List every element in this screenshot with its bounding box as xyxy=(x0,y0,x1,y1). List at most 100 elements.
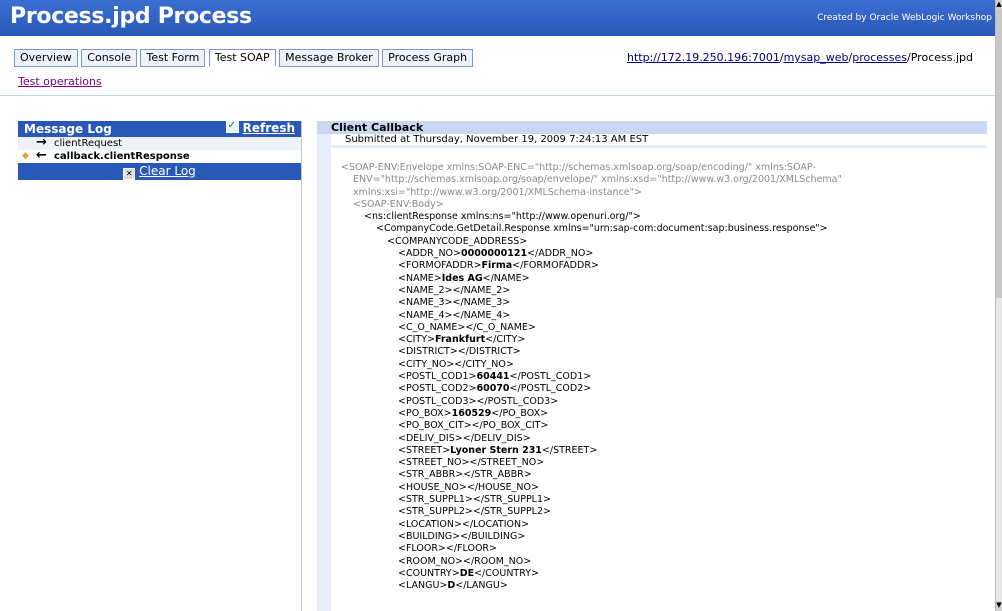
clear-log-label: Clear Log xyxy=(139,164,196,178)
tab-console[interactable]: Console xyxy=(81,49,137,67)
log-item-client-response[interactable]: ◆ ← callback.clientResponse xyxy=(18,148,301,163)
xml-tag: <LANGU> xyxy=(398,580,448,592)
message-log-header: Message Log Refresh xyxy=(18,120,301,137)
xml-line: <NAME_2></NAME_2> xyxy=(331,285,987,297)
url-host-link[interactable]: http://172.19.250.196:7001 xyxy=(627,51,780,64)
xml-tag: <STR_SUPPL1></STR_SUPPL1> xyxy=(398,494,551,506)
xml-line: <C_O_NAME></C_O_NAME> xyxy=(331,322,987,334)
scroll-thumb[interactable] xyxy=(996,10,1002,298)
xml-tag: </NAME> xyxy=(482,272,530,284)
xml-line: <POSTL_COD3></POSTL_COD3> xyxy=(331,396,987,408)
xml-line: <ADDR_NO>0000000121</ADDR_NO> xyxy=(331,248,987,260)
xml-tag: <BUILDING></BUILDING> xyxy=(398,530,526,542)
xml-line: <FLOOR></FLOOR> xyxy=(331,543,987,555)
tab-overview[interactable]: Overview xyxy=(14,49,78,67)
submitted-time: Submitted at Thursday, November 19, 2009… xyxy=(331,134,987,145)
xml-line: <STR_ABBR></STR_ABBR> xyxy=(331,469,987,481)
xml-line: <CITY>Frankfurt</CITY> xyxy=(331,334,987,346)
log-item-label: clientRequest xyxy=(54,138,123,149)
message-log-title: Message Log xyxy=(24,122,112,136)
page-scrollbar[interactable]: ▲ ▼ xyxy=(995,0,1002,611)
xml-line: <CITY_NO></CITY_NO> xyxy=(331,359,987,371)
clear-log-icon: ✕ xyxy=(123,168,136,180)
xml-line: ENV="http://schemas.xmlsoap.org/soap/env… xyxy=(331,174,987,186)
log-item-label: callback.clientResponse xyxy=(54,151,190,162)
xml-value: Lyoner Stern 231 xyxy=(450,444,542,456)
xml-value: Ides AG xyxy=(441,272,483,284)
xml-tag: <COMPANYCODE_ADDRESS> xyxy=(387,235,528,247)
xml-line: <NAME_4></NAME_4> xyxy=(331,310,987,322)
xml-value: 60441 xyxy=(476,371,510,383)
tab-test-soap[interactable]: Test SOAP xyxy=(208,49,276,67)
xml-line: <COUNTRY>DE</COUNTRY> xyxy=(331,568,987,580)
xml-tag: <NAME> xyxy=(398,272,442,284)
url-folder-link[interactable]: processes xyxy=(852,51,907,64)
xml-line: <HOUSE_NO></HOUSE_NO> xyxy=(331,482,987,494)
clear-log-button[interactable]: ✕ Clear Log xyxy=(18,163,301,180)
scroll-down-icon[interactable]: ▼ xyxy=(996,601,1002,611)
xml-tag: <STR_SUPPL2></STR_SUPPL2> xyxy=(398,506,551,518)
xml-line: <ns:clientResponse xmlns:ns="http://www.… xyxy=(331,211,987,223)
xml-line: <NAME_3></NAME_3> xyxy=(331,297,987,309)
arrow-left-icon: ← xyxy=(36,148,47,163)
xml-tag: <POSTL_COD3></POSTL_COD3> xyxy=(398,395,559,407)
xml-tag: <DISTRICT></DISTRICT> xyxy=(398,346,521,358)
xml-value: 0000000121 xyxy=(460,248,528,260)
xml-line: <STREET_NO></STREET_NO> xyxy=(331,457,987,469)
xml-tag: <CITY_NO></CITY_NO> xyxy=(398,358,514,370)
refresh-button[interactable]: Refresh xyxy=(225,120,295,135)
xml-line: <CompanyCode.GetDetail.Response xmlns="u… xyxy=(331,223,987,235)
refresh-label: Refresh xyxy=(242,121,295,135)
xml-tag: </LANGU> xyxy=(455,580,508,592)
callback-title: Client Callback xyxy=(317,121,987,134)
xml-tag: </POSTL_COD2> xyxy=(509,383,592,395)
xml-tag: </PO_BOX> xyxy=(491,407,549,419)
breadcrumb: http://172.19.250.196:7001/mysap_web/pro… xyxy=(627,51,973,64)
log-item-client-request[interactable]: → clientRequest xyxy=(18,135,301,150)
tab-test-form[interactable]: Test Form xyxy=(140,49,206,67)
xml-tag: <ROOM_NO></ROOM_NO> xyxy=(398,555,532,567)
xml-line: <FORMOFADDR>Firma</FORMOFADDR> xyxy=(331,260,987,272)
xml-tag: <C_O_NAME></C_O_NAME> xyxy=(398,321,536,333)
xml-tag: <NAME_2></NAME_2> xyxy=(398,284,511,296)
xml-tag: <NAME_4></NAME_4> xyxy=(398,309,511,321)
xml-tag: <SOAP-ENV:Envelope xmlns:SOAP-ENC="http:… xyxy=(341,162,816,173)
xml-line: <POSTL_COD1>60441</POSTL_COD1> xyxy=(331,371,987,383)
xml-line: <PO_BOX>160529</PO_BOX> xyxy=(331,408,987,420)
xml-tag: </POSTL_COD1> xyxy=(509,371,592,383)
xml-tag: </ADDR_NO> xyxy=(527,248,594,260)
url-file: /Process.jpd xyxy=(907,51,973,64)
xml-line: <STR_SUPPL2></STR_SUPPL2> xyxy=(331,506,987,518)
xml-value: DE xyxy=(459,567,475,579)
xml-content: <SOAP-ENV:Envelope xmlns:SOAP-ENC="http:… xyxy=(331,148,987,592)
tab-message-broker[interactable]: Message Broker xyxy=(279,49,379,67)
xml-tag: <CompanyCode.GetDetail.Response xmlns="u… xyxy=(376,223,828,235)
xml-line: <DISTRICT></DISTRICT> xyxy=(331,346,987,358)
client-callback-panel: Client Callback Submitted at Thursday, N… xyxy=(317,121,987,611)
page-title: Process.jpd Process xyxy=(10,4,252,29)
tab-bar: Overview Console Test Form Test SOAP Mes… xyxy=(14,49,474,67)
xml-tag: <LOCATION></LOCATION> xyxy=(398,518,530,530)
credit-text: Created by Oracle WebLogic Workshop xyxy=(817,13,992,23)
xml-viewer: <SOAP-ENV:Envelope xmlns:SOAP-ENC="http:… xyxy=(331,148,987,611)
xml-tag: <STR_ABBR></STR_ABBR> xyxy=(398,469,532,481)
test-operations-link[interactable]: Test operations xyxy=(18,75,102,88)
xml-line: xmlns:xsi="http://www.w3.org/2001/XMLSch… xyxy=(331,187,987,199)
xml-tag: xmlns:xsi="http://www.w3.org/2001/XMLSch… xyxy=(353,186,642,198)
scroll-up-icon[interactable]: ▲ xyxy=(996,0,1002,10)
xml-tag: <CITY> xyxy=(398,334,435,346)
xml-line: <LOCATION></LOCATION> xyxy=(331,519,987,531)
url-app-link[interactable]: mysap_web xyxy=(784,51,849,64)
xml-tag: <ADDR_NO> xyxy=(398,248,461,260)
refresh-icon xyxy=(225,120,239,133)
xml-line: <NAME>Ides AG</NAME> xyxy=(331,273,987,285)
xml-line: <PO_BOX_CIT></PO_BOX_CIT> xyxy=(331,420,987,432)
divider xyxy=(0,95,996,96)
xml-tag: <ns:clientResponse xmlns:ns="http://www.… xyxy=(364,211,641,223)
xml-line: <COMPANYCODE_ADDRESS> xyxy=(331,236,987,248)
xml-value: 160529 xyxy=(451,407,492,419)
xml-tag: <STREET> xyxy=(398,444,451,456)
tab-process-graph[interactable]: Process Graph xyxy=(382,49,474,67)
xml-tag: <SOAP-ENV:Body> xyxy=(353,198,444,210)
xml-value: 60070 xyxy=(476,383,510,395)
